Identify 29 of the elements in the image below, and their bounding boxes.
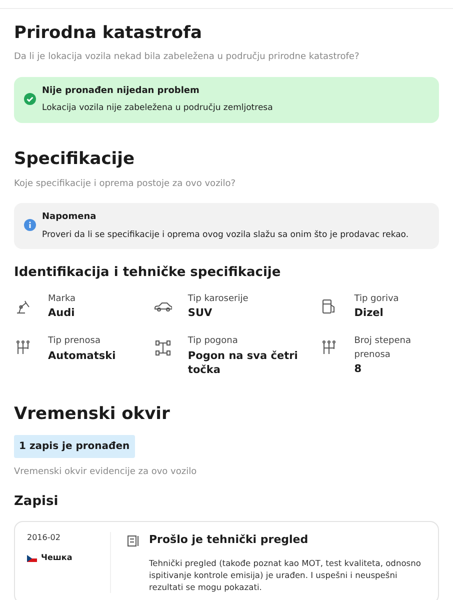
alert-title: Nije pronađen nijedan problem — [42, 84, 200, 98]
count-badge: 1 zapis je pronađen — [14, 435, 135, 458]
spec-label: Tip goriva — [354, 292, 399, 306]
section-title: Specifikacije — [14, 149, 136, 170]
section-title: Vremenski okvir — [14, 404, 171, 424]
spec-label: Tip karoserije — [188, 292, 248, 306]
section-title: Prirodna katastrofa — [14, 23, 203, 44]
spec-label: Tip pogona — [188, 335, 239, 348]
spec-value: Pogon na sva četri točka — [188, 348, 299, 378]
spec-label: Marka — [48, 292, 76, 306]
spec-value: Automatski — [48, 348, 116, 364]
spec-value: 8 — [354, 362, 363, 377]
spec-value: Audi — [48, 306, 76, 322]
record-country: Чешка — [41, 552, 72, 564]
alert-title: Napomena — [42, 211, 98, 224]
spec-value: Dizel — [354, 306, 384, 322]
subsection-title: Identifikacija i tehničke specifikacije — [14, 265, 282, 281]
section-subtitle: Vremenski okvir evidencije za ovo vozilo — [14, 466, 198, 480]
section-subtitle: Koje specifikacije i oprema postoje za ovo vozilo? — [14, 178, 237, 191]
spec-label: Tip prenosa — [48, 335, 102, 348]
spec-value: SUV — [188, 306, 214, 322]
alert-text: Lokacija vozila nije zabeležena u području zemljotresa — [42, 102, 273, 116]
record-title: Prošlo je tehnički pregled — [149, 532, 308, 548]
alert-text: Proveri da li se specifikacije i oprema ovog vozila slažu sa onim što je prodavac rekao. — [42, 228, 409, 242]
subsection-title: Zapisi — [14, 494, 60, 510]
spec-label: Broj stepena prenosa — [354, 335, 412, 362]
record-text: Tehnički pregled (takođe poznat kao MOT, test kvaliteta, odnosno ispitivanje kontrole emisija) je urađen. I uspešni i neuspešni rezultati se mogu pokazati. — [148, 556, 422, 593]
record-date: 2016-02 — [27, 532, 62, 544]
section-subtitle: Da li je lokacija vozila nekad bila zabeležena u području prirodne katastrofe? — [14, 51, 360, 64]
